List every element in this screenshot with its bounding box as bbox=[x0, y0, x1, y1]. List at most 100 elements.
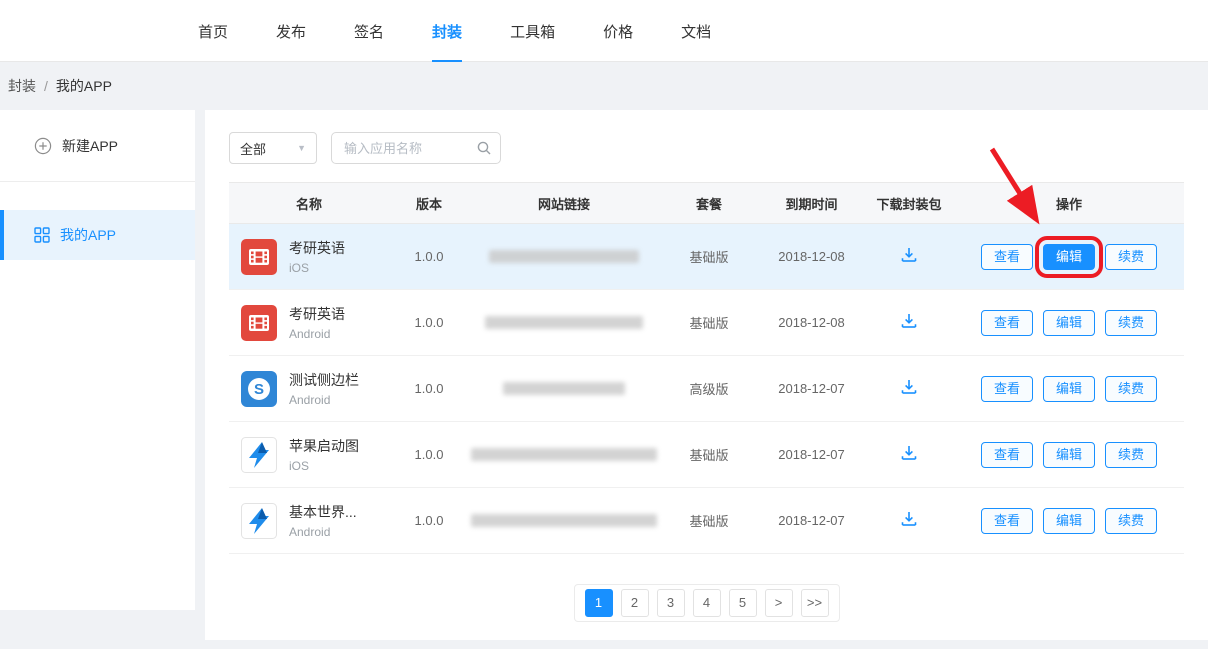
sidebar: 新建APP 我的APP bbox=[0, 110, 195, 610]
download-icon[interactable] bbox=[899, 311, 919, 334]
header-name: 名称 bbox=[229, 194, 389, 213]
app-expiry: 2018-12-08 bbox=[759, 315, 864, 330]
chevron-down-icon: ▼ bbox=[297, 143, 306, 153]
page-button-1[interactable]: 1 bbox=[585, 589, 613, 617]
app-plan: 基础版 bbox=[659, 247, 759, 266]
app-plan: 基础版 bbox=[659, 511, 759, 530]
app-platform: iOS bbox=[289, 459, 359, 473]
main-panel: 全部 ▼ 名称 版本 网站链接 套餐 到期时间 下载封装包 操作 bbox=[205, 110, 1208, 640]
sidebar-new-app-label: 新建APP bbox=[62, 136, 118, 156]
app-expiry: 2018-12-07 bbox=[759, 513, 864, 528]
app-name: 考研英语 bbox=[289, 238, 345, 258]
view-button[interactable]: 查看 bbox=[981, 376, 1033, 402]
app-platform: iOS bbox=[289, 261, 345, 275]
edit-button[interactable]: 编辑 bbox=[1043, 376, 1095, 402]
table-row[interactable]: 基本世界... Android 1.0.0 基础版 2018-12-07 查看 … bbox=[229, 488, 1184, 554]
page-last-button[interactable]: >> bbox=[801, 589, 829, 617]
svg-text:S: S bbox=[254, 381, 264, 398]
download-icon[interactable] bbox=[899, 443, 919, 466]
app-version: 1.0.0 bbox=[389, 315, 469, 330]
app-version: 1.0.0 bbox=[389, 447, 469, 462]
app-version: 1.0.0 bbox=[389, 513, 469, 528]
app-version: 1.0.0 bbox=[389, 249, 469, 264]
app-platform: Android bbox=[289, 525, 357, 539]
page-button-3[interactable]: 3 bbox=[657, 589, 685, 617]
grid-icon bbox=[34, 227, 50, 243]
app-name: 测试侧边栏 bbox=[289, 370, 359, 390]
app-platform: Android bbox=[289, 327, 345, 341]
film-app-icon bbox=[241, 305, 277, 341]
website-link-redacted bbox=[485, 316, 643, 329]
sidebar-item-new-app[interactable]: 新建APP bbox=[0, 110, 195, 182]
breadcrumb-section[interactable]: 封装 bbox=[8, 76, 36, 96]
header-plan: 套餐 bbox=[659, 194, 759, 213]
app-name: 基本世界... bbox=[289, 502, 357, 522]
website-link-redacted bbox=[489, 250, 639, 263]
website-link-redacted bbox=[503, 382, 625, 395]
edit-button[interactable]: 编辑 bbox=[1043, 442, 1095, 468]
download-icon[interactable] bbox=[899, 377, 919, 400]
breadcrumb: 封装 / 我的APP bbox=[0, 62, 1208, 110]
toolbar: 全部 ▼ bbox=[229, 132, 1208, 164]
plus-circle-icon bbox=[34, 137, 52, 155]
app-name: 苹果启动图 bbox=[289, 436, 359, 456]
website-link-redacted bbox=[471, 514, 657, 527]
table-row[interactable]: S 测试侧边栏 Android 1.0.0 高级版 2018-12-07 查看 … bbox=[229, 356, 1184, 422]
page-button-4[interactable]: 4 bbox=[693, 589, 721, 617]
header-expiry: 到期时间 bbox=[759, 194, 864, 213]
renew-button[interactable]: 续费 bbox=[1105, 310, 1157, 336]
view-button[interactable]: 查看 bbox=[981, 442, 1033, 468]
edit-button[interactable]: 编辑 bbox=[1043, 310, 1095, 336]
nav-item-publish[interactable]: 发布 bbox=[276, 0, 306, 62]
download-icon[interactable] bbox=[899, 245, 919, 268]
app-expiry: 2018-12-07 bbox=[759, 447, 864, 462]
page-next-button[interactable]: > bbox=[765, 589, 793, 617]
table-header-row: 名称 版本 网站链接 套餐 到期时间 下载封装包 操作 bbox=[229, 182, 1184, 224]
download-icon[interactable] bbox=[899, 509, 919, 532]
sidebar-item-my-app[interactable]: 我的APP bbox=[0, 210, 195, 260]
nav-item-price[interactable]: 价格 bbox=[603, 0, 633, 62]
app-platform: Android bbox=[289, 393, 359, 407]
nav-item-signature[interactable]: 签名 bbox=[354, 0, 384, 62]
app-expiry: 2018-12-08 bbox=[759, 249, 864, 264]
table-row[interactable]: 考研英语 Android 1.0.0 基础版 2018-12-08 查看 编辑 … bbox=[229, 290, 1184, 356]
nav-item-docs[interactable]: 文档 bbox=[681, 0, 711, 62]
nav-item-package[interactable]: 封装 bbox=[432, 0, 462, 62]
filter-select-value: 全部 bbox=[240, 139, 266, 158]
top-navigation: 首页 发布 签名 封装 工具箱 价格 文档 bbox=[0, 0, 1208, 62]
app-version: 1.0.0 bbox=[389, 381, 469, 396]
view-button[interactable]: 查看 bbox=[981, 310, 1033, 336]
lightning-app-icon bbox=[241, 503, 277, 539]
view-button[interactable]: 查看 bbox=[981, 244, 1033, 270]
s-logo-app-icon: S bbox=[241, 371, 277, 407]
app-plan: 基础版 bbox=[659, 445, 759, 464]
app-expiry: 2018-12-07 bbox=[759, 381, 864, 396]
sidebar-my-app-label: 我的APP bbox=[60, 225, 116, 245]
app-table: 名称 版本 网站链接 套餐 到期时间 下载封装包 操作 考研英语 iOS 1.0… bbox=[229, 182, 1184, 554]
renew-button[interactable]: 续费 bbox=[1105, 376, 1157, 402]
header-link: 网站链接 bbox=[469, 194, 659, 213]
table-row[interactable]: 苹果启动图 iOS 1.0.0 基础版 2018-12-07 查看 编辑 续费 bbox=[229, 422, 1184, 488]
edit-button-highlighted[interactable]: 编辑 bbox=[1043, 244, 1095, 270]
filter-select[interactable]: 全部 ▼ bbox=[229, 132, 317, 164]
page-button-5[interactable]: 5 bbox=[729, 589, 757, 617]
renew-button[interactable]: 续费 bbox=[1105, 508, 1157, 534]
page-button-2[interactable]: 2 bbox=[621, 589, 649, 617]
header-actions: 操作 bbox=[954, 194, 1184, 213]
breadcrumb-current: 我的APP bbox=[56, 76, 112, 96]
edit-button[interactable]: 编辑 bbox=[1043, 508, 1095, 534]
renew-button[interactable]: 续费 bbox=[1105, 442, 1157, 468]
renew-button[interactable]: 续费 bbox=[1105, 244, 1157, 270]
pagination: 1 2 3 4 5 > >> bbox=[205, 584, 1208, 622]
nav-item-home[interactable]: 首页 bbox=[198, 0, 228, 62]
table-row[interactable]: 考研英语 iOS 1.0.0 基础版 2018-12-08 查看 编辑 续费 bbox=[229, 224, 1184, 290]
app-plan: 高级版 bbox=[659, 379, 759, 398]
search-box bbox=[331, 132, 501, 164]
header-download: 下载封装包 bbox=[864, 194, 954, 213]
header-version: 版本 bbox=[389, 194, 469, 213]
nav-item-toolbox[interactable]: 工具箱 bbox=[510, 0, 555, 62]
search-icon[interactable] bbox=[476, 140, 492, 161]
lightning-app-icon bbox=[241, 437, 277, 473]
view-button[interactable]: 查看 bbox=[981, 508, 1033, 534]
app-plan: 基础版 bbox=[659, 313, 759, 332]
